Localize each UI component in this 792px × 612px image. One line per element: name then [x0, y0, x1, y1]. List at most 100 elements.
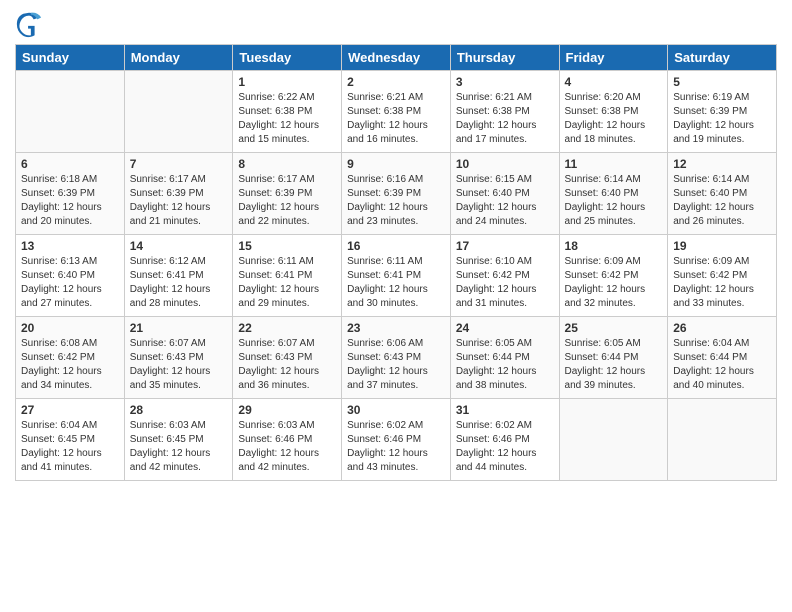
calendar-cell: 6Sunrise: 6:18 AMSunset: 6:39 PMDaylight… — [16, 153, 125, 235]
cell-details: Sunrise: 6:07 AMSunset: 6:43 PMDaylight:… — [130, 337, 228, 393]
calendar-cell: 3 Sunrise: 6:21 AMSunset: 6:38 PMDaylight… — [450, 71, 559, 153]
calendar-cell: 5Sunrise: 6:19 AMSunset: 6:39 PMDaylight… — [668, 71, 777, 153]
calendar-cell: 26 Sunrise: 6:04 AMSunset: 6:44 PMDayligh… — [668, 317, 777, 399]
day-number: 20 — [21, 321, 119, 335]
day-number: 3 — [456, 75, 554, 89]
day-number: 27 — [21, 403, 119, 417]
calendar-cell: 11Sunrise: 6:14 AMSunset: 6:40 PMDayligh… — [559, 153, 668, 235]
calendar-cell: 10 Sunrise: 6:15 AMSunset: 6:40 PMDayligh… — [450, 153, 559, 235]
cell-details: Sunrise: 6:17 AMSunset: 6:39 PMDaylight:… — [130, 173, 228, 229]
cell-details: Sunrise: 6:09 AMSunset: 6:42 PMDaylight:… — [673, 255, 771, 311]
calendar-cell: 15 Sunrise: 6:11 AMSunset: 6:41 PMDayligh… — [233, 235, 342, 317]
calendar-week-row: 13Sunrise: 6:13 AMSunset: 6:40 PMDayligh… — [16, 235, 777, 317]
cell-details: Sunrise: 6:08 AMSunset: 6:42 PMDaylight:… — [21, 337, 119, 393]
calendar-cell: 23 Sunrise: 6:06 AMSunset: 6:43 PMDayligh… — [342, 317, 451, 399]
calendar-cell — [16, 71, 125, 153]
day-number: 30 — [347, 403, 445, 417]
cell-details: Sunrise: 6:21 AMSunset: 6:38 PMDaylight:… — [456, 91, 554, 147]
cell-details: Sunrise: 6:21 AMSunset: 6:38 PMDaylight:… — [347, 91, 445, 147]
col-wednesday: Wednesday — [342, 45, 451, 71]
day-number: 1 — [238, 75, 336, 89]
calendar-cell — [124, 71, 233, 153]
col-friday: Friday — [559, 45, 668, 71]
day-number: 15 — [238, 239, 336, 253]
day-number: 29 — [238, 403, 336, 417]
calendar-cell: 25 Sunrise: 6:05 AMSunset: 6:44 PMDayligh… — [559, 317, 668, 399]
day-number: 9 — [347, 157, 445, 171]
day-number: 2 — [347, 75, 445, 89]
calendar-cell: 7 Sunrise: 6:17 AMSunset: 6:39 PMDaylight… — [124, 153, 233, 235]
col-saturday: Saturday — [668, 45, 777, 71]
cell-details: Sunrise: 6:20 AMSunset: 6:38 PMDaylight:… — [565, 91, 663, 147]
calendar-header-row: Sunday Monday Tuesday Wednesday Thursday… — [16, 45, 777, 71]
day-number: 11 — [565, 157, 663, 171]
calendar-cell: 30 Sunrise: 6:02 AMSunset: 6:46 PMDayligh… — [342, 399, 451, 481]
day-number: 4 — [565, 75, 663, 89]
cell-details: Sunrise: 6:11 AMSunset: 6:41 PMDaylight:… — [238, 255, 336, 311]
calendar-cell: 8Sunrise: 6:17 AMSunset: 6:39 PMDaylight… — [233, 153, 342, 235]
cell-details: Sunrise: 6:12 AMSunset: 6:41 PMDaylight:… — [130, 255, 228, 311]
logo — [15, 10, 47, 38]
logo-icon — [15, 10, 43, 38]
calendar-cell: 16Sunrise: 6:11 AMSunset: 6:41 PMDayligh… — [342, 235, 451, 317]
calendar-cell: 24 Sunrise: 6:05 AMSunset: 6:44 PMDayligh… — [450, 317, 559, 399]
calendar-cell: 29Sunrise: 6:03 AMSunset: 6:46 PMDayligh… — [233, 399, 342, 481]
cell-details: Sunrise: 6:05 AMSunset: 6:44 PMDaylight:… — [565, 337, 663, 393]
cell-details: Sunrise: 6:22 AMSunset: 6:38 PMDaylight:… — [238, 91, 336, 147]
day-number: 21 — [130, 321, 228, 335]
day-number: 28 — [130, 403, 228, 417]
day-number: 17 — [456, 239, 554, 253]
cell-details: Sunrise: 6:14 AMSunset: 6:40 PMDaylight:… — [673, 173, 771, 229]
day-number: 5 — [673, 75, 771, 89]
cell-details: Sunrise: 6:15 AMSunset: 6:40 PMDaylight:… — [456, 173, 554, 229]
calendar-cell: 18 Sunrise: 6:09 AMSunset: 6:42 PMDayligh… — [559, 235, 668, 317]
day-number: 12 — [673, 157, 771, 171]
calendar-cell: 9 Sunrise: 6:16 AMSunset: 6:39 PMDaylight… — [342, 153, 451, 235]
cell-details: Sunrise: 6:05 AMSunset: 6:44 PMDaylight:… — [456, 337, 554, 393]
calendar-cell: 31 Sunrise: 6:02 AMSunset: 6:46 PMDayligh… — [450, 399, 559, 481]
cell-details: Sunrise: 6:02 AMSunset: 6:46 PMDaylight:… — [347, 419, 445, 475]
calendar-cell: 4 Sunrise: 6:20 AMSunset: 6:38 PMDaylight… — [559, 71, 668, 153]
calendar-week-row: 1 Sunrise: 6:22 AMSunset: 6:38 PMDaylight… — [16, 71, 777, 153]
calendar-cell: 20 Sunrise: 6:08 AMSunset: 6:42 PMDayligh… — [16, 317, 125, 399]
cell-details: Sunrise: 6:04 AMSunset: 6:45 PMDaylight:… — [21, 419, 119, 475]
cell-details: Sunrise: 6:07 AMSunset: 6:43 PMDaylight:… — [238, 337, 336, 393]
calendar-cell: 19 Sunrise: 6:09 AMSunset: 6:42 PMDayligh… — [668, 235, 777, 317]
day-number: 26 — [673, 321, 771, 335]
day-number: 13 — [21, 239, 119, 253]
cell-details: Sunrise: 6:04 AMSunset: 6:44 PMDaylight:… — [673, 337, 771, 393]
cell-details: Sunrise: 6:11 AMSunset: 6:41 PMDaylight:… — [347, 255, 445, 311]
cell-details: Sunrise: 6:09 AMSunset: 6:42 PMDaylight:… — [565, 255, 663, 311]
calendar-table: Sunday Monday Tuesday Wednesday Thursday… — [15, 44, 777, 481]
calendar-cell: 27 Sunrise: 6:04 AMSunset: 6:45 PMDayligh… — [16, 399, 125, 481]
cell-details: Sunrise: 6:06 AMSunset: 6:43 PMDaylight:… — [347, 337, 445, 393]
calendar-cell: 12 Sunrise: 6:14 AMSunset: 6:40 PMDayligh… — [668, 153, 777, 235]
day-number: 10 — [456, 157, 554, 171]
cell-details: Sunrise: 6:03 AMSunset: 6:45 PMDaylight:… — [130, 419, 228, 475]
calendar-cell — [668, 399, 777, 481]
cell-details: Sunrise: 6:16 AMSunset: 6:39 PMDaylight:… — [347, 173, 445, 229]
calendar-week-row: 27 Sunrise: 6:04 AMSunset: 6:45 PMDayligh… — [16, 399, 777, 481]
calendar-cell: 14Sunrise: 6:12 AMSunset: 6:41 PMDayligh… — [124, 235, 233, 317]
cell-details: Sunrise: 6:10 AMSunset: 6:42 PMDaylight:… — [456, 255, 554, 311]
day-number: 18 — [565, 239, 663, 253]
header — [15, 10, 777, 38]
calendar-cell: 28 Sunrise: 6:03 AMSunset: 6:45 PMDayligh… — [124, 399, 233, 481]
calendar-cell — [559, 399, 668, 481]
day-number: 8 — [238, 157, 336, 171]
page: Sunday Monday Tuesday Wednesday Thursday… — [0, 0, 792, 612]
day-number: 24 — [456, 321, 554, 335]
cell-details: Sunrise: 6:02 AMSunset: 6:46 PMDaylight:… — [456, 419, 554, 475]
calendar-cell: 21 Sunrise: 6:07 AMSunset: 6:43 PMDayligh… — [124, 317, 233, 399]
calendar-week-row: 20 Sunrise: 6:08 AMSunset: 6:42 PMDayligh… — [16, 317, 777, 399]
calendar-cell: 2 Sunrise: 6:21 AMSunset: 6:38 PMDaylight… — [342, 71, 451, 153]
day-number: 25 — [565, 321, 663, 335]
day-number: 19 — [673, 239, 771, 253]
day-number: 31 — [456, 403, 554, 417]
day-number: 23 — [347, 321, 445, 335]
day-number: 7 — [130, 157, 228, 171]
col-sunday: Sunday — [16, 45, 125, 71]
col-tuesday: Tuesday — [233, 45, 342, 71]
calendar-cell: 22Sunrise: 6:07 AMSunset: 6:43 PMDayligh… — [233, 317, 342, 399]
col-monday: Monday — [124, 45, 233, 71]
